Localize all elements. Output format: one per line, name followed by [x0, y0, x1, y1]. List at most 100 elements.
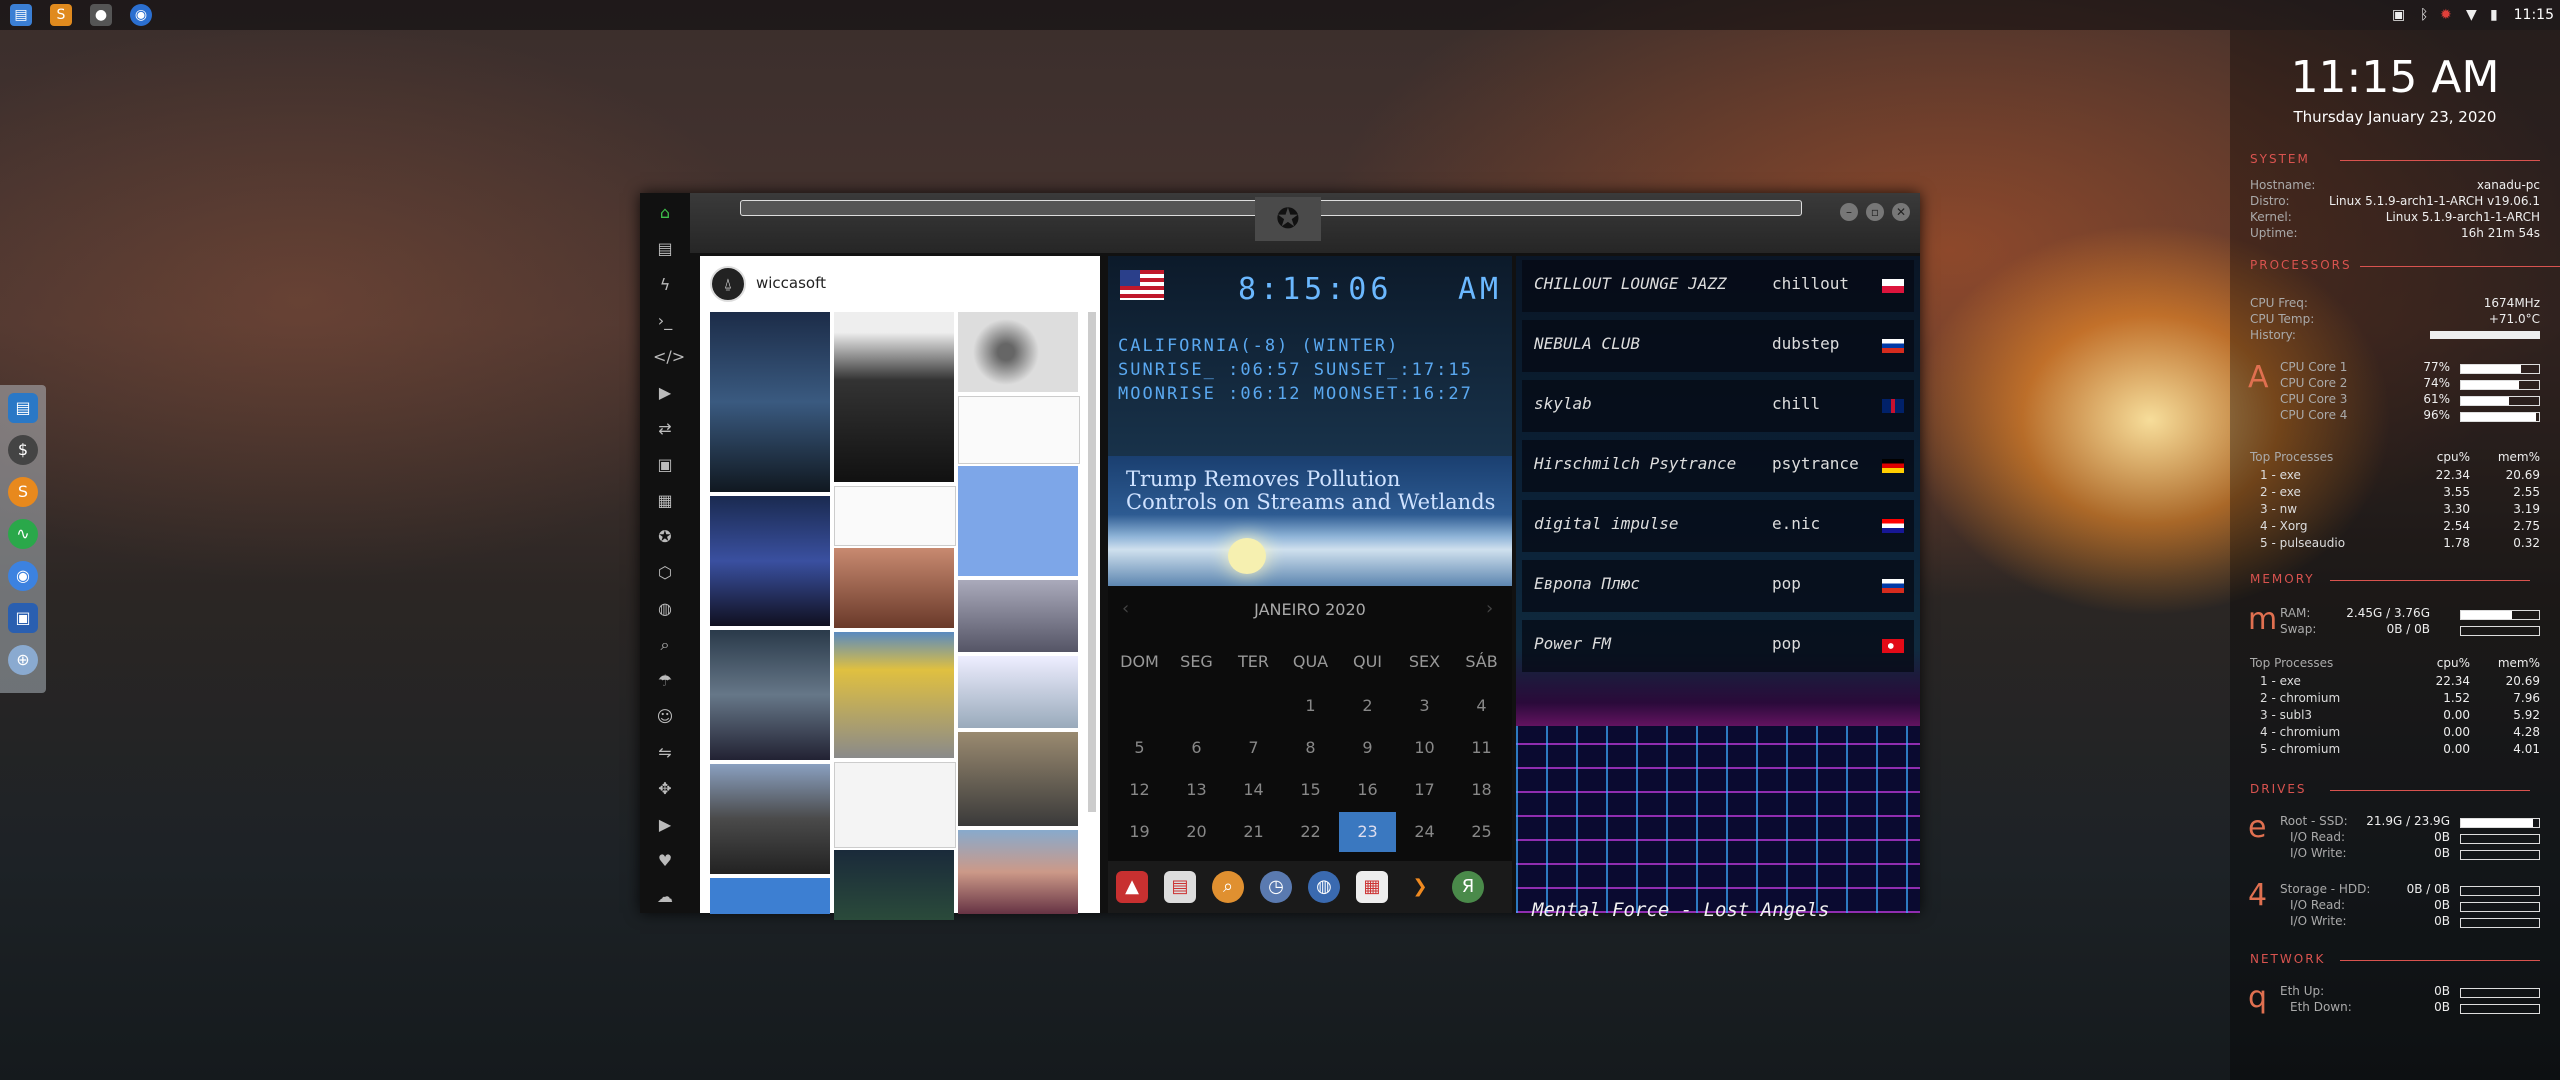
app-icon[interactable]: ● — [90, 4, 112, 26]
photo-tile[interactable] — [834, 486, 956, 546]
station-row[interactable]: Power FM pop — [1522, 620, 1914, 672]
news-icon[interactable]: ▦ — [653, 489, 677, 513]
close-button[interactable]: ✕ — [1892, 203, 1910, 221]
photo-tile[interactable] — [958, 466, 1078, 576]
photo-tile[interactable] — [958, 312, 1078, 392]
calendar-day[interactable]: 2 — [1339, 686, 1396, 726]
expand-icon[interactable]: ✥ — [653, 777, 677, 801]
panel-clock[interactable]: 11:15 — [2514, 4, 2554, 26]
calendar-day[interactable]: 13 — [1168, 770, 1225, 810]
hexagon-icon[interactable]: ⬡ — [653, 561, 677, 585]
chrome-icon[interactable]: ◉ — [8, 561, 38, 591]
photo-tile[interactable] — [710, 764, 830, 874]
image-icon[interactable]: ▣ — [653, 453, 677, 477]
files-icon[interactable]: ▤ — [10, 4, 32, 26]
station-row[interactable]: Европа Плюс pop — [1522, 560, 1914, 612]
photo-tile[interactable] — [710, 878, 830, 914]
photo-tile[interactable] — [710, 630, 830, 760]
calendar-day[interactable]: 7 — [1225, 728, 1282, 768]
heart-icon[interactable]: ♥ — [653, 849, 677, 873]
files-icon[interactable]: ▤ — [8, 393, 38, 423]
search-icon[interactable]: ⌕ — [653, 633, 677, 657]
rebel-icon[interactable]: ▲ — [1116, 871, 1148, 903]
photo-tile[interactable] — [958, 830, 1078, 914]
bug-icon[interactable]: ✹ — [2440, 4, 2452, 26]
document-icon[interactable]: ▤ — [653, 237, 677, 261]
photo-tile[interactable] — [834, 312, 954, 482]
calendar-day[interactable]: 8 — [1282, 728, 1339, 768]
calendar-day[interactable]: 17 — [1396, 770, 1453, 810]
photo-tile[interactable] — [958, 580, 1078, 652]
news-panel[interactable]: Trump Removes Pollution Controls on Stre… — [1108, 456, 1512, 586]
photo-tile[interactable] — [958, 656, 1078, 728]
next-month-icon[interactable]: › — [1486, 598, 1493, 619]
calendar-day[interactable]: 12 — [1111, 770, 1168, 810]
home-icon[interactable]: ⌂ — [653, 201, 677, 225]
title-bar[interactable]: ✪ – ▫ ✕ — [690, 193, 1920, 253]
youtube-icon[interactable]: ▶ — [653, 813, 677, 837]
date-icon[interactable]: ▦ — [1356, 871, 1388, 903]
photo-tile[interactable] — [710, 312, 830, 492]
clock-icon[interactable]: ◷ — [1260, 871, 1292, 903]
calendar-day[interactable]: 15 — [1282, 770, 1339, 810]
lightning-icon[interactable]: ϟ — [653, 273, 677, 297]
calendar-day[interactable]: 9 — [1339, 728, 1396, 768]
calendar-day[interactable]: 5 — [1111, 728, 1168, 768]
station-row[interactable]: Hirschmilch Psytrance psytrance — [1522, 440, 1914, 492]
calendar-day[interactable]: 24 — [1396, 812, 1453, 852]
screenshot-icon[interactable]: ▣ — [8, 603, 38, 633]
contact-icon[interactable]: ☺ — [653, 705, 677, 729]
image-icon[interactable]: ▣ — [2392, 4, 2405, 26]
arrow-icon[interactable]: ❯ — [1404, 871, 1436, 903]
calendar-icon[interactable]: ▤ — [1164, 871, 1196, 903]
yandex-icon[interactable]: Я — [1452, 871, 1484, 903]
station-row[interactable]: NEBULA CLUB dubstep — [1522, 320, 1914, 372]
avatar[interactable]: ⍙ — [710, 266, 746, 302]
terminal-icon[interactable]: ›_ — [653, 309, 677, 333]
photo-tile[interactable] — [710, 496, 830, 626]
scrollbar[interactable] — [1088, 312, 1096, 812]
share-icon[interactable]: ⇋ — [653, 741, 677, 765]
maximize-button[interactable]: ▫ — [1866, 203, 1884, 221]
battery-icon[interactable]: ▮ — [2490, 4, 2498, 26]
calendar-day[interactable]: 23 — [1339, 812, 1396, 852]
calendar-day[interactable]: 25 — [1453, 812, 1510, 852]
calendar-day[interactable]: 14 — [1225, 770, 1282, 810]
umbrella-icon[interactable]: ☂ — [653, 669, 677, 693]
play-icon[interactable]: ▶ — [653, 381, 677, 405]
calendar-day[interactable]: 18 — [1453, 770, 1510, 810]
chrome-icon[interactable]: ◉ — [130, 4, 152, 26]
calendar-day[interactable]: 3 — [1396, 686, 1453, 726]
photo-tile[interactable] — [834, 548, 954, 628]
search-icon[interactable]: ⌕ — [1212, 871, 1244, 903]
sublime-icon[interactable]: S — [8, 477, 38, 507]
calendar-day[interactable]: 11 — [1453, 728, 1510, 768]
network-icon[interactable]: ⊕ — [8, 645, 38, 675]
photo-tile[interactable] — [958, 732, 1078, 826]
calendar-day[interactable]: 19 — [1111, 812, 1168, 852]
calendar-day[interactable]: 4 — [1453, 686, 1510, 726]
station-row[interactable]: CHILLOUT LOUNGE JAZZ chillout — [1522, 260, 1914, 312]
news-headline[interactable]: Trump Removes Pollution Controls on Stre… — [1126, 468, 1496, 514]
station-row[interactable]: skylab chill — [1522, 380, 1914, 432]
photo-tile[interactable] — [958, 396, 1080, 464]
bluetooth-icon[interactable]: ᛒ — [2420, 4, 2428, 26]
cloud-icon[interactable]: ☁ — [653, 885, 677, 909]
calendar-day[interactable]: 22 — [1282, 812, 1339, 852]
calendar-day[interactable]: 16 — [1339, 770, 1396, 810]
sublime-icon[interactable]: S — [50, 4, 72, 26]
calendar-day[interactable]: 1 — [1282, 686, 1339, 726]
wifi-icon[interactable]: ▼ — [2466, 4, 2477, 26]
activity-icon[interactable]: ∿ — [8, 519, 38, 549]
photo-tile[interactable] — [834, 850, 954, 920]
calendar-day[interactable]: 6 — [1168, 728, 1225, 768]
photo-tile[interactable] — [834, 632, 954, 758]
station-row[interactable]: digital impulse e.nic — [1522, 500, 1914, 552]
photo-tile[interactable] — [834, 762, 956, 848]
minimize-button[interactable]: – — [1840, 203, 1858, 221]
username[interactable]: wiccasoft — [756, 274, 826, 292]
calendar-day[interactable]: 10 — [1396, 728, 1453, 768]
globe-icon[interactable]: ◍ — [653, 597, 677, 621]
rebel-icon[interactable]: ✪ — [653, 525, 677, 549]
calendar-day[interactable]: 21 — [1225, 812, 1282, 852]
